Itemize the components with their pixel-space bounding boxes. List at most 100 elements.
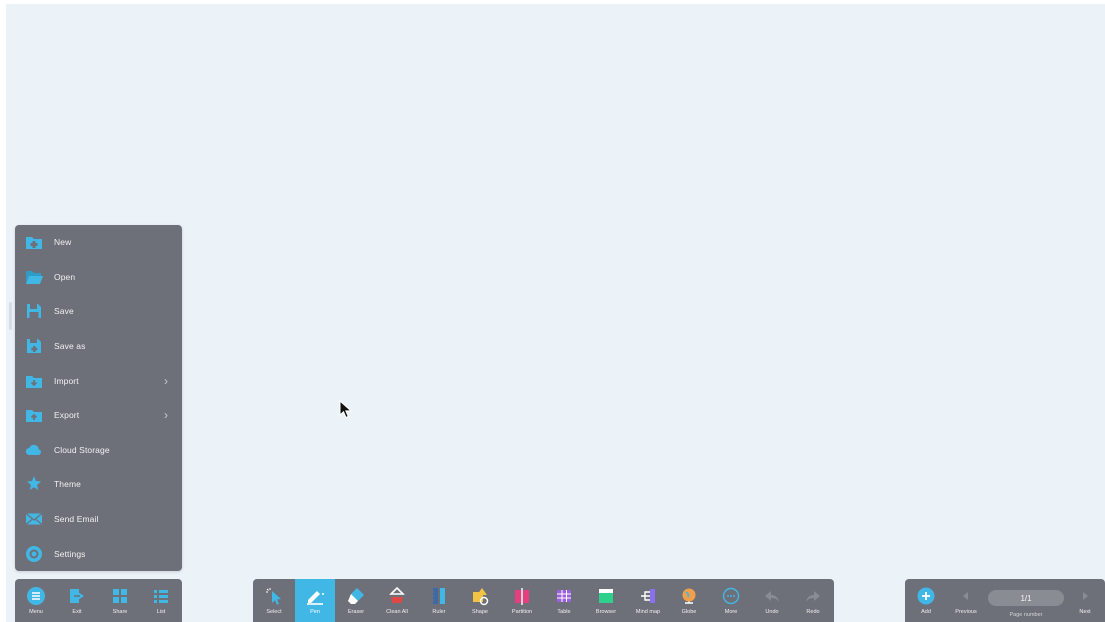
email-icon [25, 510, 43, 528]
save-as-icon [25, 337, 43, 355]
eraser-icon [345, 585, 367, 607]
menu-item-label: Open [54, 271, 76, 282]
tool-label: Mind map [635, 609, 661, 615]
add-label: Add [921, 609, 931, 615]
menu-item-label: Settings [54, 548, 86, 559]
mouse-cursor-icon [339, 400, 353, 419]
list-icon [150, 585, 172, 607]
exit-icon [66, 585, 88, 607]
shape-icon [469, 585, 491, 607]
menu-item-save-as[interactable]: Save as [15, 329, 182, 364]
open-folder-icon [25, 268, 43, 286]
settings-icon [25, 545, 43, 563]
menu-item-label: Send Email [54, 514, 99, 525]
menu-item-label: Save [54, 306, 74, 317]
chevron-right-icon [1074, 585, 1096, 607]
undo-icon [761, 585, 783, 607]
menu-item-import[interactable]: Import › [15, 363, 182, 398]
menu-item-settings[interactable]: Settings [15, 536, 182, 571]
tool-more[interactable]: More [714, 579, 748, 622]
tool-label: Undo [765, 609, 779, 615]
page-number-caption: Page number [1009, 612, 1043, 618]
main-menu-panel: New Open Save Save as Import › Export › [15, 225, 182, 571]
redo-icon [802, 585, 824, 607]
panel-drag-handle[interactable] [9, 302, 12, 330]
previous-label: Previous [955, 609, 977, 615]
tool-shape[interactable]: Shape [463, 579, 497, 622]
globe-icon [678, 585, 700, 607]
tool-label: Browser [595, 609, 617, 615]
share-button-label: Share [112, 609, 128, 615]
theme-icon [25, 475, 43, 493]
export-icon [25, 406, 43, 424]
menu-item-export[interactable]: Export › [15, 398, 182, 433]
tool-eraser[interactable]: Eraser [339, 579, 373, 622]
tool-table[interactable]: Table [547, 579, 581, 622]
chevron-right-icon: › [164, 408, 168, 423]
menu-item-open[interactable]: Open [15, 260, 182, 295]
chevron-right-icon: › [164, 373, 168, 388]
tool-label: Globe [681, 609, 697, 615]
menu-item-theme[interactable]: Theme [15, 467, 182, 502]
menu-item-label: New [54, 237, 72, 248]
add-page-button[interactable]: Add [909, 579, 943, 622]
cloud-icon [25, 441, 43, 459]
menu-item-label: Cloud Storage [54, 444, 110, 455]
main-toolbar: Select Pen Eraser Clean All Ruler Shape [253, 579, 834, 622]
tool-label: Shape [472, 609, 488, 615]
menu-item-label: Save as [54, 341, 86, 352]
tool-label: Pen [310, 609, 320, 615]
table-icon [553, 585, 575, 607]
menu-item-cloud-storage[interactable]: Cloud Storage [15, 433, 182, 468]
chevron-left-icon [955, 585, 977, 607]
tool-label: Clean All [386, 609, 408, 615]
tool-ruler[interactable]: Ruler [422, 579, 456, 622]
tool-label: Ruler [432, 609, 446, 615]
menu-button[interactable]: Menu [19, 579, 53, 622]
import-icon [25, 372, 43, 390]
menu-item-label: Export [54, 410, 80, 421]
tool-label: Eraser [347, 609, 365, 615]
menu-item-label: Import [54, 375, 79, 386]
select-icon [263, 585, 285, 607]
page-number-display[interactable]: 1/1 [988, 590, 1064, 606]
next-label: Next [1079, 609, 1091, 615]
share-icon [109, 585, 131, 607]
tool-label: Select [266, 609, 282, 615]
tool-undo[interactable]: Undo [755, 579, 789, 622]
list-button-label: List [156, 609, 166, 615]
left-toolbar: Menu Exit Share List [15, 579, 182, 622]
tool-select[interactable]: Select [257, 579, 291, 622]
menu-item-label: Theme [54, 479, 81, 490]
tool-label: Partition [511, 609, 533, 615]
partition-icon [511, 585, 533, 607]
menu-item-send-email[interactable]: Send Email [15, 502, 182, 537]
ruler-icon [428, 585, 450, 607]
tool-redo[interactable]: Redo [796, 579, 830, 622]
menu-item-new[interactable]: New [15, 225, 182, 260]
browser-icon [595, 585, 617, 607]
exit-button-label: Exit [72, 609, 82, 615]
tool-label: Redo [806, 609, 820, 615]
previous-page-button[interactable]: Previous [949, 579, 983, 622]
tool-partition[interactable]: Partition [505, 579, 539, 622]
exit-button[interactable]: Exit [60, 579, 94, 622]
clean-all-icon [386, 585, 408, 607]
next-page-button[interactable]: Next [1068, 579, 1102, 622]
tool-globe[interactable]: Globe [672, 579, 706, 622]
tool-pen[interactable]: Pen [295, 579, 335, 622]
mind-map-icon [637, 585, 659, 607]
pen-icon [304, 585, 326, 607]
share-button[interactable]: Share [103, 579, 137, 622]
list-button[interactable]: List [144, 579, 178, 622]
tool-browser[interactable]: Browser [589, 579, 623, 622]
menu-button-label: Menu [29, 609, 43, 615]
tool-clean-all[interactable]: Clean All [380, 579, 414, 622]
tool-label: Table [557, 609, 571, 615]
tool-mind-map[interactable]: Mind map [631, 579, 665, 622]
tool-label: More [724, 609, 738, 615]
new-folder-icon [25, 233, 43, 251]
menu-item-save[interactable]: Save [15, 294, 182, 329]
more-icon [720, 585, 742, 607]
add-icon [915, 585, 937, 607]
